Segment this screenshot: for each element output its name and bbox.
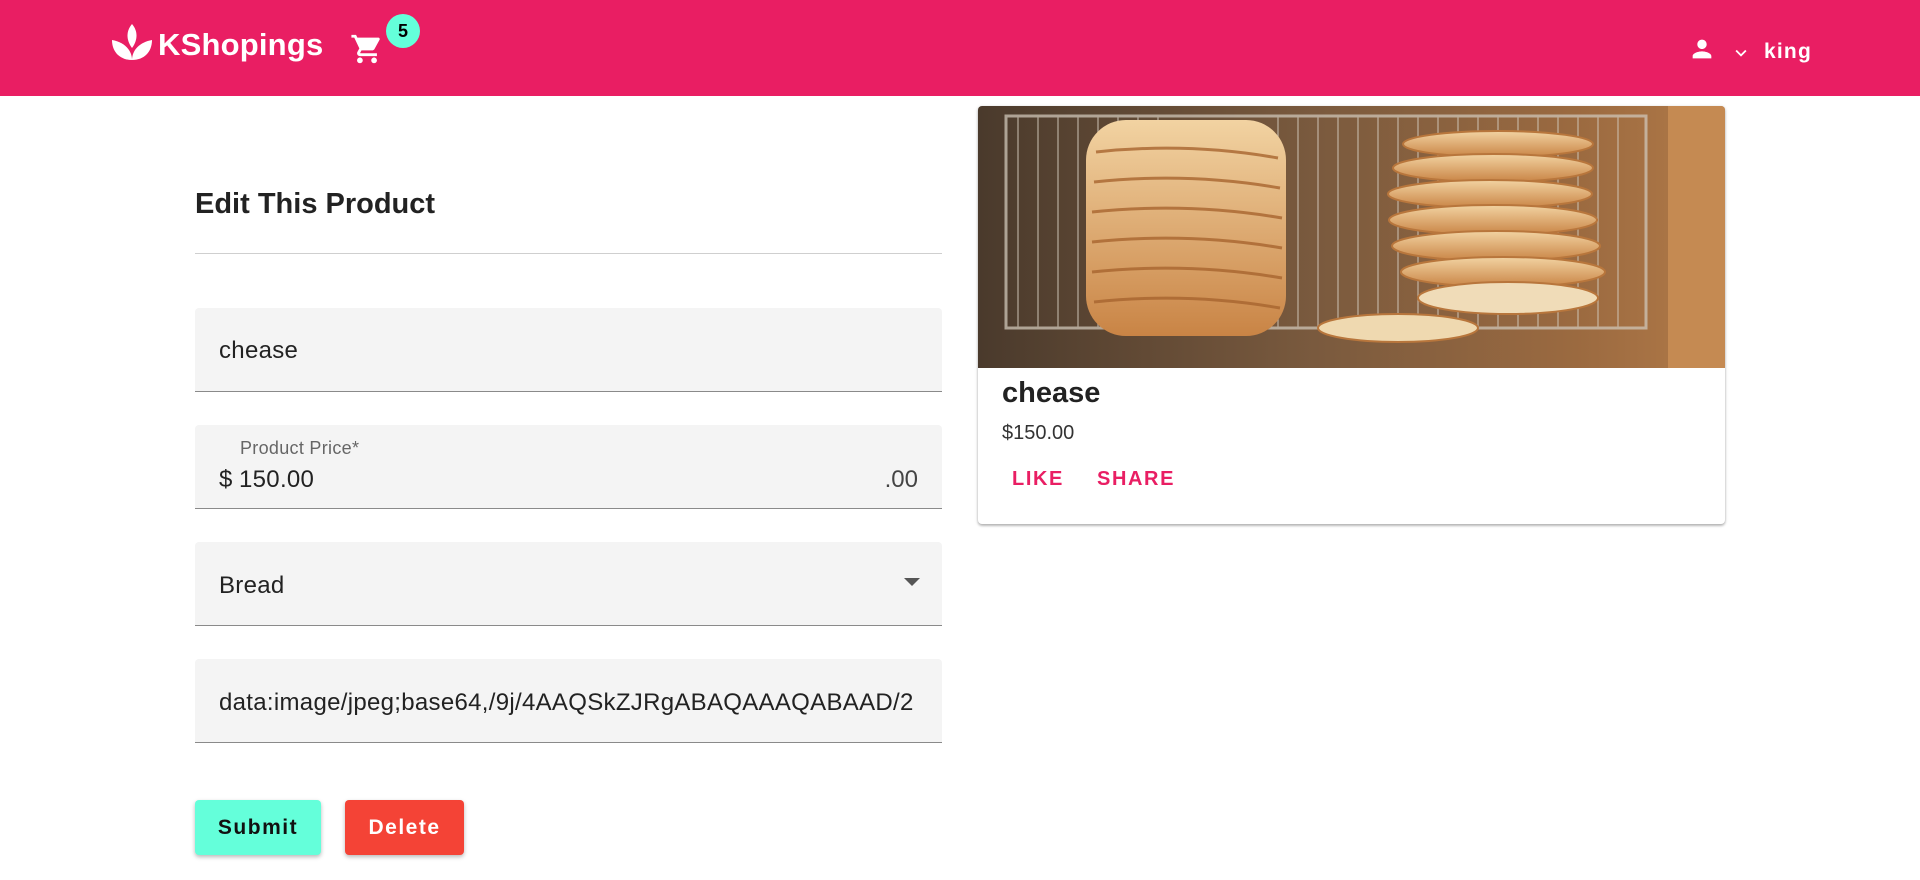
lotus-logo-icon	[108, 18, 156, 71]
shopping-cart-icon	[350, 34, 384, 70]
brand-logo[interactable]: KShopings	[108, 18, 323, 71]
chevron-down-icon	[1730, 42, 1752, 69]
product-price-value: 150.00	[239, 466, 315, 493]
share-button[interactable]: SHARE	[1097, 468, 1175, 491]
image-url-value: data:image/jpeg;base64,/9j/4AAQSkZJRgABA…	[219, 689, 914, 716]
product-name-field[interactable]: chease	[195, 308, 942, 392]
image-url-field[interactable]: data:image/jpeg;base64,/9j/4AAQSkZJRgABA…	[195, 659, 942, 743]
product-image	[978, 106, 1725, 368]
like-button[interactable]: LIKE	[1012, 468, 1064, 491]
category-value: Bread	[219, 572, 285, 599]
product-preview-card: chease $150.00 LIKE SHARE	[978, 106, 1725, 524]
brand-name: KShopings	[158, 26, 324, 62]
caret-down-icon	[904, 578, 920, 586]
card-product-name: chease	[1002, 377, 1101, 409]
app-bar: KShopings 5 king	[0, 0, 1920, 96]
bread-slices-on-rack-photo	[978, 106, 1725, 368]
form-divider	[195, 253, 942, 254]
product-name-value: chease	[219, 337, 299, 364]
person-icon	[1688, 35, 1716, 68]
user-name: king	[1764, 39, 1812, 63]
product-price-field[interactable]: Product Price* $ 150.00 .00	[195, 425, 942, 509]
price-suffix: .00	[884, 466, 918, 493]
price-prefix: $	[219, 466, 233, 493]
cart-button[interactable]	[350, 32, 384, 66]
user-menu-button[interactable]: king	[1688, 34, 1812, 69]
submit-button[interactable]: Submit	[195, 800, 321, 855]
delete-button[interactable]: Delete	[345, 800, 464, 855]
form-title: Edit This Product	[195, 188, 436, 220]
cart-count-badge: 5	[386, 14, 420, 48]
product-price-label: Product Price*	[240, 438, 360, 458]
card-product-price: $150.00	[1002, 422, 1075, 444]
category-select[interactable]: Bread	[195, 542, 942, 626]
